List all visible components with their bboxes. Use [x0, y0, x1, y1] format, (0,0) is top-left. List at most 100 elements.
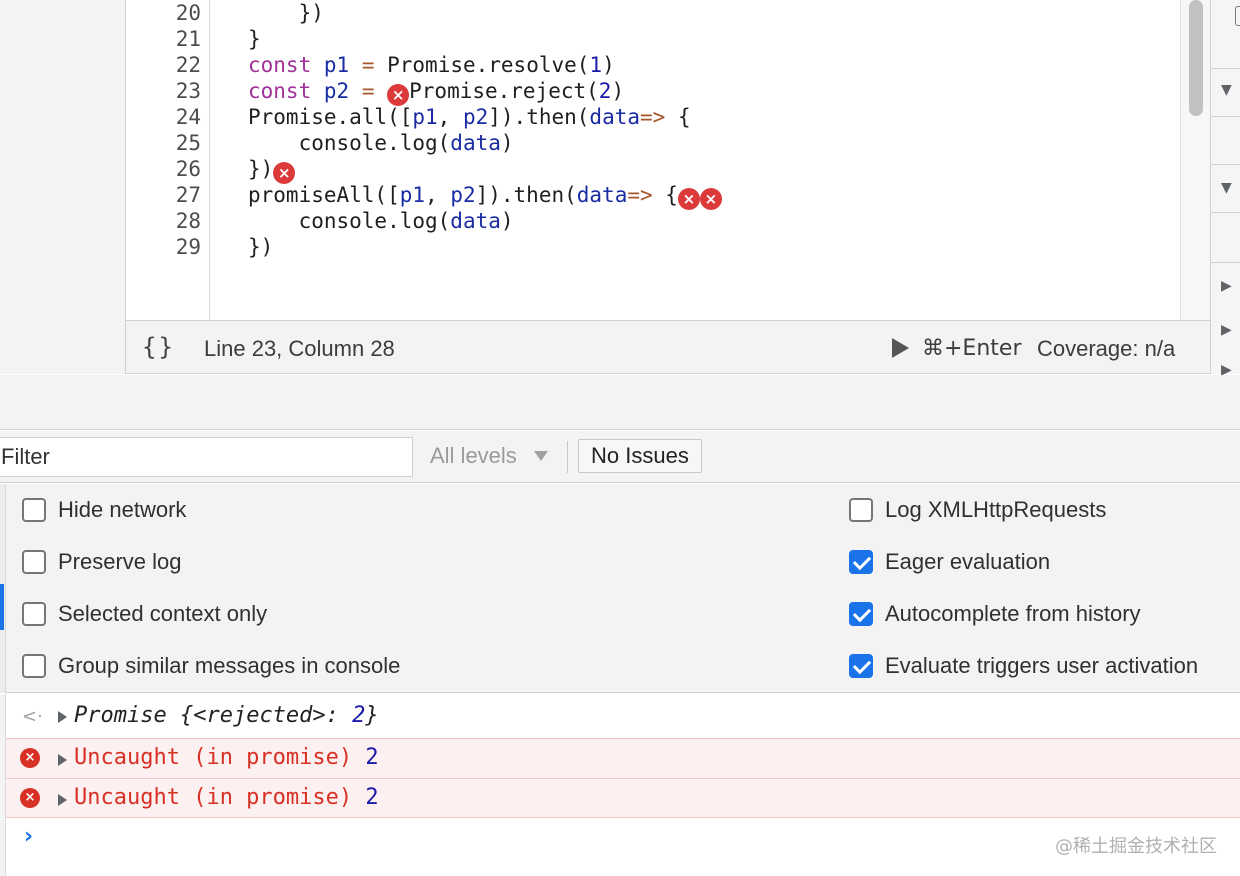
- setting-label: Eager evaluation: [885, 549, 1051, 574]
- setting-label: Evaluate triggers user activation: [885, 653, 1199, 678]
- code-line: }): [248, 0, 324, 26]
- error-value: 2: [365, 785, 379, 810]
- error-x-icon[interactable]: ×: [273, 162, 296, 184]
- object-preview: {<rejected>:: [179, 703, 353, 728]
- divider: [1211, 212, 1240, 213]
- expand-triangle-icon[interactable]: [58, 794, 67, 806]
- chevron-right-icon[interactable]: ▶: [1221, 322, 1232, 338]
- coverage-status[interactable]: Coverage: n/a: [1037, 336, 1175, 362]
- checkbox[interactable]: [849, 602, 873, 626]
- editor-scrollbar[interactable]: [1180, 0, 1210, 320]
- setting-autocomplete-history[interactable]: Autocomplete from history: [849, 599, 1141, 629]
- line-number[interactable]: 29: [141, 234, 201, 260]
- checkbox[interactable]: [849, 498, 873, 522]
- error-message: Uncaught (in promise): [74, 745, 366, 770]
- object-value: 2: [352, 703, 366, 728]
- code-line: Promise.all([p1, p2]).then(data=> {: [248, 104, 691, 130]
- setting-label: Selected context only: [58, 601, 268, 626]
- line-number[interactable]: 25: [141, 130, 201, 156]
- editor-scroll-thumb[interactable]: [1189, 0, 1203, 116]
- error-value: 2: [365, 745, 379, 770]
- error-x-icon[interactable]: ×: [699, 188, 722, 210]
- watermark: @稀土掘金技术社区: [1055, 836, 1217, 857]
- code-editor[interactable]: 20 21 22 23 24 25 26 27 28 29 }) } const…: [126, 0, 1210, 320]
- setting-label: Group similar messages in console: [58, 653, 401, 678]
- log-levels-dropdown[interactable]: All levels: [430, 443, 517, 469]
- divider: [1211, 164, 1240, 165]
- expand-triangle-icon[interactable]: [58, 754, 67, 766]
- console-toolbar: All levels No Issues: [0, 431, 1240, 483]
- checkbox[interactable]: [22, 550, 46, 574]
- code-text: }): [248, 1, 324, 25]
- checkbox[interactable]: [22, 498, 46, 522]
- code-text: Promise.all([p1, p2]).then(data=> {: [248, 105, 691, 129]
- toolbar-divider: [567, 441, 568, 473]
- filter-input[interactable]: [0, 437, 413, 477]
- checkbox[interactable]: [849, 654, 873, 678]
- setting-hide-network[interactable]: Hide network: [22, 495, 186, 525]
- error-x-icon[interactable]: ×: [387, 84, 410, 106]
- line-number[interactable]: 28: [141, 208, 201, 234]
- run-shortcut-label[interactable]: ⌘+Enter: [922, 336, 1021, 361]
- line-number[interactable]: 20: [141, 0, 201, 26]
- console-prompt[interactable]: ›: [24, 824, 33, 849]
- pretty-print-icon[interactable]: {}: [142, 333, 175, 361]
- divider: [1211, 262, 1240, 263]
- navigator-pane-edge: [0, 0, 126, 374]
- error-icon: ×: [20, 748, 40, 768]
- line-number[interactable]: 24: [141, 104, 201, 130]
- error-message: Uncaught (in promise): [74, 785, 366, 810]
- error-text[interactable]: Uncaught (in promise) 2: [74, 785, 379, 810]
- drawer-tab-bar: [0, 375, 1240, 430]
- issues-button[interactable]: No Issues: [578, 439, 702, 473]
- result-text[interactable]: Promise {<rejected>: 2}: [74, 703, 379, 728]
- console-error-row[interactable]: × Uncaught (in promise) 2: [6, 778, 1240, 818]
- pane-toggle-icon[interactable]: [1235, 6, 1240, 26]
- line-number[interactable]: 26: [141, 156, 201, 182]
- chevron-down-icon[interactable]: ▼: [1221, 180, 1232, 196]
- line-number[interactable]: 22: [141, 52, 201, 78]
- caret-down-icon[interactable]: [534, 451, 548, 461]
- checkbox[interactable]: [22, 602, 46, 626]
- chevron-down-icon[interactable]: ▼: [1221, 82, 1232, 98]
- console-settings-panel: Hide network Preserve log Selected conte…: [0, 484, 1240, 693]
- code-text: }): [248, 235, 274, 259]
- setting-group-similar[interactable]: Group similar messages in console: [22, 651, 400, 681]
- code-text: }) ×: [248, 157, 296, 184]
- code-line: }: [248, 26, 261, 52]
- line-number[interactable]: 27: [141, 182, 201, 208]
- setting-label: Hide network: [58, 497, 187, 522]
- setting-evaluate-triggers[interactable]: Evaluate triggers user activation: [849, 651, 1198, 681]
- editor-status-bar: {} Line 23, Column 28 ⌘+Enter Coverage: …: [126, 320, 1210, 374]
- setting-eager-evaluation[interactable]: Eager evaluation: [849, 547, 1050, 577]
- error-icon: ×: [20, 788, 40, 808]
- code-text: console.log(data): [248, 131, 514, 155]
- console-messages[interactable]: <· Promise {<rejected>: 2} × Uncaught (i…: [0, 694, 1240, 876]
- error-x-icon[interactable]: ×: [677, 188, 700, 210]
- divider: [1211, 68, 1240, 69]
- chevron-right-icon[interactable]: ▶: [1221, 278, 1232, 294]
- code-text: const p2 = × Promise.reject(2): [248, 79, 625, 106]
- code-line: const p1 = Promise.resolve(1): [248, 52, 615, 78]
- checkbox[interactable]: [849, 550, 873, 574]
- line-number[interactable]: 21: [141, 26, 201, 52]
- return-value-icon: <·: [22, 706, 43, 727]
- focus-accent: [0, 584, 4, 630]
- run-snippet-icon[interactable]: [892, 338, 909, 358]
- object-type: Promise: [74, 703, 180, 728]
- console-result-row[interactable]: <· Promise {<rejected>: 2}: [6, 694, 1240, 738]
- debugger-sidebar-edge: ▼ ▼ ▶ ▶ ▶: [1210, 0, 1240, 378]
- console-error-row[interactable]: × Uncaught (in promise) 2: [6, 738, 1240, 779]
- setting-selected-context-only[interactable]: Selected context only: [22, 599, 267, 629]
- error-text[interactable]: Uncaught (in promise) 2: [74, 745, 379, 770]
- expand-triangle-icon[interactable]: [58, 711, 67, 723]
- code-text: }: [248, 27, 261, 51]
- setting-preserve-log[interactable]: Preserve log: [22, 547, 182, 577]
- code-line: console.log(data): [248, 208, 514, 234]
- setting-log-xhr[interactable]: Log XMLHttpRequests: [849, 495, 1106, 525]
- code-text: console.log(data): [248, 209, 514, 233]
- line-number[interactable]: 23: [141, 78, 201, 104]
- checkbox[interactable]: [22, 654, 46, 678]
- code-line: const p2 = × Promise.reject(2): [248, 78, 624, 106]
- code-line: promiseAll([p1, p2]).then(data=> {× ×: [248, 182, 722, 210]
